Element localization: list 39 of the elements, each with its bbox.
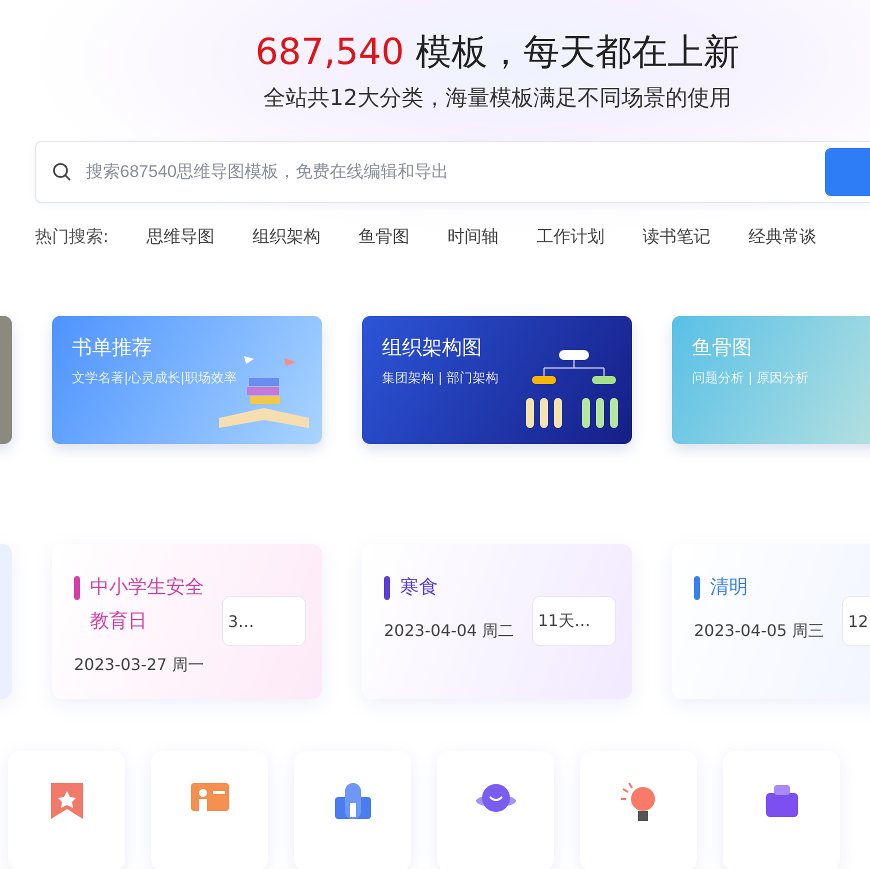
hot-search-link[interactable]: 读书笔记 bbox=[642, 225, 711, 248]
building-icon bbox=[332, 781, 372, 821]
category-card[interactable] bbox=[723, 751, 840, 869]
festival-card[interactable]: 清明 2023-04-05 周三 12 bbox=[672, 544, 870, 699]
festival-title: 中小学生安全教育日 bbox=[90, 575, 205, 634]
hot-search-link[interactable]: 时间轴 bbox=[448, 225, 499, 248]
festival-title: 寒食 bbox=[400, 575, 438, 600]
banner-title: 书单推荐 bbox=[72, 334, 153, 361]
countdown-badge: 12 bbox=[842, 596, 870, 646]
banner-subtitle: 文学名著|心灵成长|职场效率 bbox=[72, 370, 237, 387]
search-field[interactable]: 搜索687540思维导图模板，免费在线编辑和导出 bbox=[35, 141, 870, 203]
category-card[interactable] bbox=[580, 751, 697, 869]
category-card[interactable] bbox=[8, 751, 125, 869]
category-card[interactable] bbox=[151, 751, 268, 869]
banner-title: 组织架构图 bbox=[382, 334, 483, 361]
banner-subtitle: 集团架构 | 部门架构 bbox=[382, 370, 499, 387]
search-icon bbox=[52, 162, 72, 182]
banner-title: 鱼骨图 bbox=[692, 334, 753, 361]
hot-search-link[interactable]: 组织架构 bbox=[252, 225, 321, 248]
hot-search-link[interactable]: 工作计划 bbox=[536, 225, 605, 248]
headline: 687,540 模板，每天都在上新 bbox=[255, 31, 740, 75]
subtitle: 全站共12大分类，海量模板满足不同场景的使用 bbox=[264, 85, 732, 113]
category-card[interactable] bbox=[294, 751, 411, 869]
template-banner[interactable]: 组织架构图 集团架构 | 部门架构 bbox=[362, 316, 632, 444]
countdown-badge: 11天… bbox=[532, 596, 616, 646]
hot-search-link[interactable]: 鱼骨图 bbox=[358, 225, 410, 248]
search-input[interactable]: 搜索687540思维导图模板，免费在线编辑和导出 bbox=[84, 161, 813, 183]
category-card[interactable] bbox=[437, 751, 554, 869]
banner-subtitle: 问题分析 | 原因分析 bbox=[692, 370, 809, 387]
hot-search-link[interactable]: 经典常谈 bbox=[748, 225, 817, 248]
hot-search-link[interactable]: 思维导图 bbox=[146, 225, 215, 248]
festival-card[interactable]: 寒食 2023-04-04 周二 11天… bbox=[362, 544, 632, 699]
festival-card[interactable]: 中小学生安全教育日 2023-03-27 周一 3… bbox=[52, 544, 322, 699]
festival-date: 2023-03-27 周一 bbox=[74, 654, 206, 676]
festival-date: 2023-04-05 周三 bbox=[694, 620, 826, 642]
festival-date: 2023-04-04 周二 bbox=[384, 620, 516, 642]
festival-title: 清明 bbox=[710, 575, 748, 600]
countdown-badge: 3… bbox=[222, 596, 306, 646]
hot-search-label: 热门搜索: bbox=[35, 226, 109, 248]
